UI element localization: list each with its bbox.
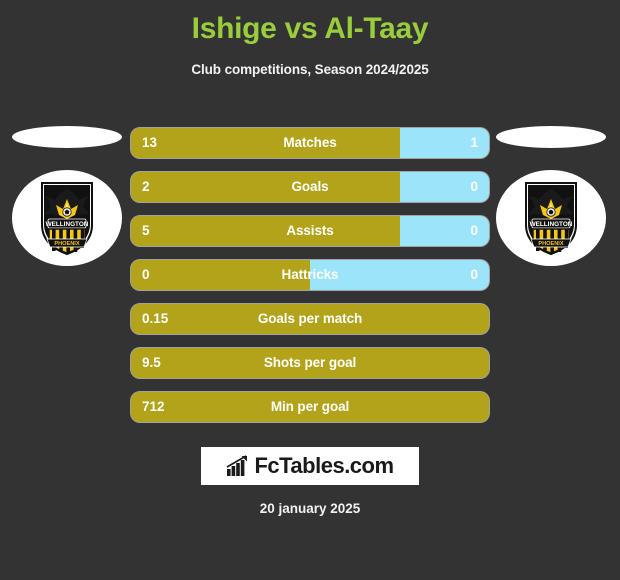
- stat-bar-row: 0.15 Goals per match: [131, 304, 489, 334]
- wellington-phoenix-crest-icon: WELLINGTON PHOENIX: [41, 182, 93, 255]
- wellington-phoenix-crest-icon: WELLINGTON PHOENIX: [525, 182, 577, 255]
- stat-bar-row: 5 Assists 0: [131, 216, 489, 246]
- page-subtitle: Club competitions, Season 2024/2025: [191, 62, 429, 77]
- stat-label: Goals per match: [257, 311, 363, 326]
- page-title: Ishige vs Al-Taay: [191, 12, 429, 45]
- left-club-crest: WELLINGTON PHOENIX: [12, 170, 122, 266]
- stat-away-value: 0: [470, 179, 478, 194]
- svg-text:WELLINGTON: WELLINGTON: [530, 221, 573, 228]
- stat-label: Assists: [286, 223, 334, 238]
- bar-chart-growth-icon: [227, 455, 248, 476]
- stat-bar-row: 9.5 Shots per goal: [131, 348, 489, 378]
- stat-bar-row: 2 Goals 0: [131, 172, 489, 202]
- stat-label: Min per goal: [270, 399, 350, 414]
- stat-bar-row: 0 Hattricks 0: [131, 260, 489, 290]
- left-player-photo: [12, 126, 122, 148]
- svg-text:WELLINGTON: WELLINGTON: [46, 221, 89, 228]
- stat-label: Goals: [291, 179, 329, 194]
- stat-bar-row: 13 Matches 1: [131, 128, 489, 158]
- svg-text:PHOENIX: PHOENIX: [54, 241, 79, 247]
- right-player-photo: [496, 126, 606, 148]
- stat-away-value: 0: [470, 223, 478, 238]
- fctables-logo[interactable]: FcTables.com: [201, 447, 419, 485]
- svg-text:PHOENIX: PHOENIX: [538, 241, 563, 247]
- left-player-panel: WELLINGTON PHOENIX: [8, 120, 128, 275]
- fctables-logo-text: FcTables.com: [254, 453, 394, 478]
- right-player-panel: WELLINGTON PHOENIX: [492, 120, 612, 275]
- stat-label: Hattricks: [281, 267, 339, 282]
- stat-comparison-page: Ishige vs Al-Taay Club competitions, Sea…: [0, 0, 620, 580]
- stats-bar-list: 13 Matches 1 2 Goals 0 5 Assists 0 0 Hattricks 0 0.1…: [131, 128, 489, 436]
- stat-bar-row: 712 Min per goal: [131, 392, 489, 422]
- stat-away-value: 0: [470, 267, 478, 282]
- stat-away-value: 1: [470, 135, 478, 150]
- stat-label: Shots per goal: [263, 355, 357, 370]
- right-club-crest: WELLINGTON PHOENIX: [496, 170, 606, 266]
- footer-date: 20 january 2025: [259, 501, 361, 516]
- stat-label: Matches: [283, 135, 337, 150]
